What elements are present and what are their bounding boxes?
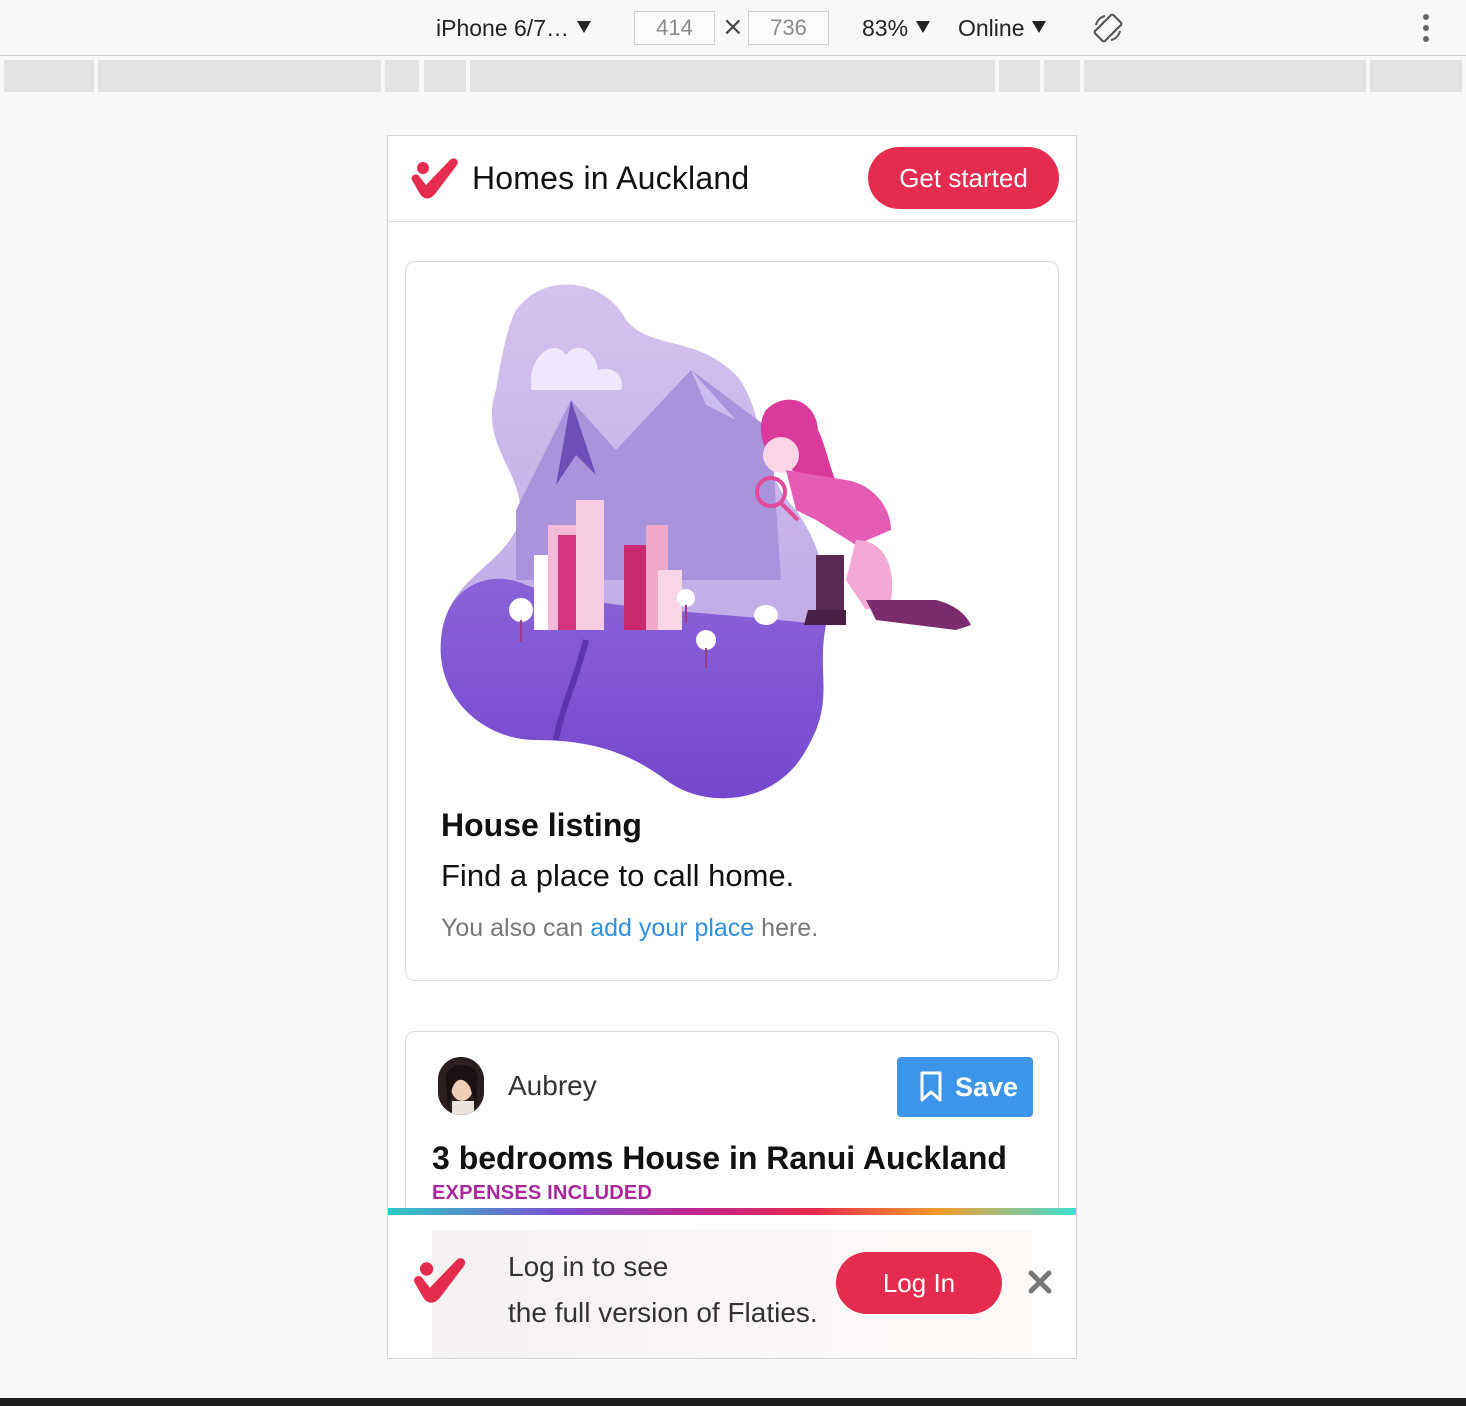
more-vert-icon[interactable] (1420, 14, 1432, 44)
device-viewport: Homes in Auckland Get started House list… (387, 135, 1077, 1359)
login-banner: Log in to see the full version of Flatie… (388, 1208, 1076, 1358)
page-title: Homes in Auckland (472, 160, 750, 196)
get-started-button[interactable]: Get started (868, 147, 1059, 209)
site-header: Homes in Auckland Get started (388, 136, 1076, 222)
login-message-line2: the full version of Flaties. (508, 1297, 818, 1328)
device-toolbar: iPhone 6/7… 414 × 736 83% Online (0, 0, 1466, 56)
save-button-label: Save (955, 1072, 1019, 1102)
login-message: Log in to see the full version of Flatie… (508, 1244, 818, 1336)
media-query-segment[interactable] (424, 60, 466, 92)
close-icon[interactable] (1026, 1268, 1054, 1296)
width-input[interactable]: 414 (634, 11, 715, 45)
save-button[interactable]: Save (897, 1057, 1033, 1117)
rainbow-divider (388, 1208, 1076, 1215)
avatar-photo (438, 1057, 484, 1115)
poster-name[interactable]: Aubrey (508, 1070, 597, 1102)
media-query-segment[interactable] (1084, 60, 1366, 92)
media-query-segment[interactable] (1044, 60, 1080, 92)
hero-heading: House listing (441, 807, 642, 843)
zoom-select[interactable]: 83% (862, 10, 931, 46)
media-query-segment[interactable] (999, 60, 1040, 92)
media-query-segment[interactable] (1370, 60, 1462, 92)
media-query-segment[interactable] (4, 60, 94, 92)
network-select[interactable]: Online (958, 10, 1047, 46)
search-home-illustration (440, 284, 971, 799)
login-button[interactable]: Log In (836, 1252, 1002, 1314)
house-listing-card: House listing Find a place to call home.… (405, 261, 1059, 981)
login-message-line1: Log in to see (508, 1251, 669, 1282)
media-query-segment[interactable] (98, 60, 381, 92)
height-input[interactable]: 736 (748, 11, 829, 45)
rotate-icon[interactable] (1092, 12, 1124, 44)
flaties-logo (413, 1258, 466, 1303)
hero-note: You also can add your place here. (441, 914, 818, 943)
window-bottom-edge (0, 1398, 1466, 1406)
bookmark-icon (920, 1071, 942, 1102)
media-query-segment[interactable] (470, 60, 995, 92)
device-select-label: iPhone 6/7… (436, 15, 569, 41)
media-query-bar (4, 60, 1462, 92)
caret-down-icon (916, 21, 931, 33)
listing-title[interactable]: 3 bedrooms House in Ranui Auckland (432, 1140, 1007, 1177)
avatar[interactable] (438, 1057, 484, 1115)
caret-down-icon (576, 21, 591, 33)
device-select[interactable]: iPhone 6/7… (436, 10, 591, 46)
flaties-logo[interactable] (408, 154, 464, 202)
hero-note-suffix: here. (754, 914, 819, 942)
zoom-label: 83% (862, 15, 909, 41)
hero-note-prefix: You also can (441, 914, 591, 942)
media-query-segment[interactable] (385, 60, 419, 92)
add-your-place-link[interactable]: add your place (590, 914, 754, 942)
hero-lead: Find a place to call home. (441, 858, 795, 893)
network-label: Online (958, 15, 1025, 41)
caret-down-icon (1032, 21, 1047, 33)
times-glyph: × (722, 12, 744, 42)
expenses-badge: EXPENSES INCLUDED (432, 1182, 653, 1204)
